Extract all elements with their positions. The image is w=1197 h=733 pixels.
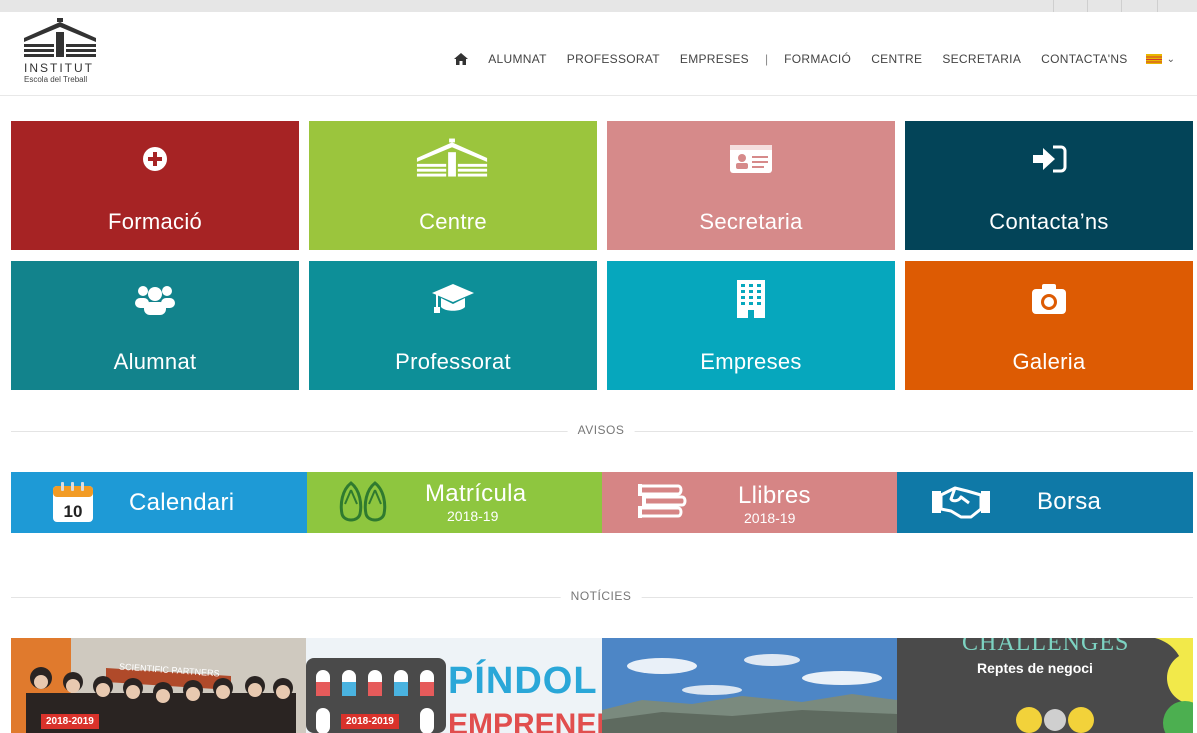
- news-grid: SCIENTIFIC PARTNERS 2018-2019 PÍNDOL EMP…: [11, 638, 1193, 733]
- nav-alumnat[interactable]: ALUMNAT: [478, 52, 557, 66]
- graduation-cap-icon: [432, 284, 474, 313]
- news-poster-line1: PÍNDOL: [448, 660, 598, 702]
- main-nav: ALUMNAT PROFESSORAT EMPRESES | FORMACIÓ …: [454, 52, 1175, 66]
- users-icon: [135, 286, 175, 315]
- building-office-icon: [737, 280, 765, 318]
- aviso-borsa[interactable]: Borsa: [897, 472, 1193, 533]
- chevron-down-icon[interactable]: ⌄: [1167, 54, 1175, 65]
- home-icon[interactable]: [454, 53, 469, 65]
- calendar-icon: 10: [53, 482, 93, 522]
- aviso-matricula[interactable]: Matrícula 2018-19: [307, 472, 602, 533]
- nav-separator: |: [764, 52, 769, 66]
- logo-title: INSTITUT: [24, 61, 94, 75]
- news-item[interactable]: SCIENTIFIC PARTNERS 2018-2019: [11, 638, 306, 733]
- camera-icon: [1032, 284, 1066, 314]
- nav-centre[interactable]: CENTRE: [861, 52, 932, 66]
- aviso-llibres[interactable]: Llibres 2018-19: [602, 472, 897, 533]
- aviso-label: Calendari: [129, 489, 235, 516]
- tile-label: Centre: [419, 209, 487, 234]
- id-card-icon: [730, 145, 772, 173]
- aviso-label: Llibres: [738, 482, 811, 509]
- sign-in-icon: [1033, 145, 1067, 173]
- tile-centre[interactable]: Centre: [309, 121, 597, 250]
- aviso-sublabel: 2018-19: [447, 508, 499, 524]
- tile-label: Empreses: [700, 349, 802, 374]
- aviso-calendari[interactable]: 10 Calendari: [11, 472, 307, 533]
- tile-label: Galeria: [1012, 349, 1086, 374]
- books-icon: [638, 484, 687, 518]
- flip-flops-icon: [339, 481, 387, 522]
- news-challenge-subtitle: Reptes de negoci: [977, 660, 1093, 676]
- aviso-label: Borsa: [1037, 488, 1102, 515]
- nav-professorat[interactable]: PROFESSORAT: [557, 52, 670, 66]
- news-item[interactable]: [602, 638, 897, 733]
- tile-label: Professorat: [395, 349, 511, 374]
- calendar-day: 10: [64, 502, 83, 521]
- news-item[interactable]: CHALLENGES Reptes de negoci: [897, 638, 1193, 733]
- handshake-icon: [932, 486, 990, 519]
- avisos-banners: 10 Calendari Matrícula 2018-19 Llibres 2…: [11, 472, 1193, 533]
- logo-subtitle: Escola del Treball: [24, 75, 88, 84]
- tile-galeria[interactable]: Galeria: [905, 261, 1193, 390]
- news-poster-line2: EMPRENEDO: [448, 708, 602, 733]
- nav-secretaria[interactable]: SECRETARIA: [932, 52, 1031, 66]
- tile-formacio[interactable]: Formació: [11, 121, 299, 250]
- plus-circle-icon: [143, 147, 167, 171]
- aviso-sublabel: 2018-19: [744, 510, 796, 526]
- tile-label: Alumnat: [113, 349, 197, 374]
- nav-empreses[interactable]: EMPRESES: [670, 52, 759, 66]
- year-badge: 2018-2019: [41, 714, 99, 729]
- nav-formacio[interactable]: FORMACIÓ: [774, 52, 861, 66]
- avisos-heading: AVISOS: [567, 423, 635, 437]
- tile-professorat[interactable]: Professorat: [309, 261, 597, 390]
- news-challenge-title: CHALLENGES: [962, 638, 1130, 656]
- year-badge: 2018-2019: [341, 714, 399, 729]
- tile-alumnat[interactable]: Alumnat: [11, 261, 299, 390]
- tile-label: Secretaria: [699, 209, 803, 234]
- site-logo[interactable]: INSTITUT Escola del Treball: [22, 18, 132, 88]
- building-icon: [416, 138, 488, 177]
- tile-label: Formació: [107, 209, 203, 234]
- logo-building-icon: [24, 18, 96, 57]
- tile-contactans[interactable]: Contacta’ns: [905, 121, 1193, 250]
- tile-empreses[interactable]: Empreses: [607, 261, 895, 390]
- noticies-heading: NOTÍCIES: [560, 589, 642, 603]
- aviso-label: Matrícula: [425, 480, 527, 507]
- news-landscape: [602, 638, 897, 733]
- tile-secretaria[interactable]: Secretaria: [607, 121, 895, 250]
- tile-label: Contacta’ns: [989, 209, 1109, 234]
- language-flag-icon[interactable]: [1145, 54, 1162, 64]
- news-item[interactable]: PÍNDOL EMPRENEDO 2018-2019: [306, 638, 602, 733]
- nav-contactans[interactable]: CONTACTA'NS: [1031, 52, 1137, 66]
- top-bar: [0, 0, 1197, 12]
- site-header: INSTITUT Escola del Treball ALUMNAT PROF…: [0, 12, 1197, 96]
